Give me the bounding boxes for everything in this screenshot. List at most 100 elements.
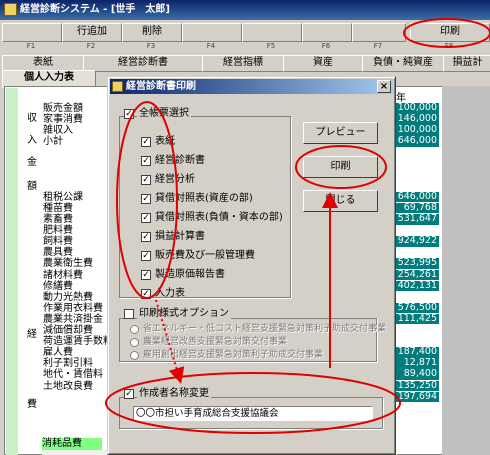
value-cell[interactable]: 402,131	[391, 280, 439, 292]
report-item-checkbox[interactable]: ✓	[141, 213, 151, 223]
close-icon[interactable]: ×	[377, 80, 391, 93]
row-label: 利子割引料	[43, 358, 93, 370]
f1-button[interactable]	[2, 23, 62, 42]
row-label: 荷造運賃手数料	[43, 336, 113, 348]
f4-key-label: F4	[206, 42, 216, 50]
close-button[interactable]: 閉じる	[303, 190, 378, 212]
preview-button[interactable]: プレビュー	[303, 122, 378, 144]
value-cell[interactable]: 523,995	[391, 258, 439, 269]
f7-button[interactable]	[352, 23, 406, 42]
report-item-label: 製造原価報告書	[155, 269, 225, 280]
value-cell[interactable]: 646,000	[391, 191, 439, 203]
row-label: 農業衛生費	[43, 258, 93, 270]
report-item-label: 販売費及び一般管理費	[155, 250, 255, 261]
report-item-checkbox[interactable]: ✓	[141, 156, 151, 166]
radio-employment-label: 雇用創出経営支援緊急対策利子助成交付事業	[143, 350, 324, 360]
radio-employment[interactable]	[130, 351, 139, 360]
print-toolbar-button[interactable]: 印刷	[410, 23, 490, 42]
value-cell[interactable]: 100,000	[391, 125, 439, 136]
f5-button[interactable]	[242, 23, 302, 42]
select-all-checkbox[interactable]: ✓	[124, 109, 134, 119]
report-item-checkbox[interactable]: ✓	[141, 137, 151, 147]
value-cell[interactable]: 111,425	[391, 313, 439, 325]
f6-button[interactable]	[302, 23, 352, 42]
value-cell[interactable]: 100,000	[391, 102, 439, 114]
creator-name-input[interactable]: 〇〇市担い手育成総合支援協議会	[133, 406, 373, 421]
select-all-label: 全帳票選択	[137, 108, 191, 119]
tab-assets[interactable]: 資産	[283, 55, 363, 72]
side-label: 収	[27, 113, 37, 124]
row-label: 減価償却費	[43, 325, 93, 336]
delete-button[interactable]: 削除	[122, 23, 182, 42]
report-item-label: 入力表	[155, 288, 185, 299]
value-cell[interactable]: 89,400	[391, 369, 439, 380]
f7-key-label: F7	[373, 42, 383, 50]
row-label: 修繕費	[43, 280, 73, 292]
row-label: 諸材料費	[43, 269, 83, 281]
report-item-checkbox[interactable]: ✓	[141, 232, 151, 242]
report-item-label: 表紙	[155, 136, 175, 147]
value-cell[interactable]: 146,000	[391, 114, 439, 125]
value-cell[interactable]: 254,261	[391, 269, 439, 280]
row-label: 小計	[43, 136, 63, 148]
row-label: 農具費	[43, 247, 73, 259]
app-icon	[4, 3, 17, 16]
radio-energy-saving-label: 省エネルギー・低コスト経営支援緊急対策利子助成交付事業	[143, 324, 387, 334]
f5-key-label: F5	[266, 42, 276, 50]
tab-indicators[interactable]: 経営指標	[202, 55, 284, 72]
value-cell[interactable]: 187,400	[391, 347, 439, 358]
report-item-label: 経営分析	[155, 174, 195, 185]
value-cell[interactable]: 197,694	[391, 391, 439, 403]
report-item-checkbox[interactable]: ✓	[141, 194, 151, 204]
window-title: 経営診断システム - [世手 太郎]	[0, 0, 490, 20]
consumables-row-label: 消耗品費	[42, 438, 102, 450]
row-header-strip	[6, 88, 18, 455]
f4-button[interactable]	[182, 23, 242, 42]
row-label: 雑収入	[43, 125, 73, 137]
side-label: 入	[27, 135, 37, 146]
value-cell[interactable]: 12,871	[391, 358, 439, 369]
print-button[interactable]: 印刷	[303, 156, 378, 178]
creator-name-label: 作成者名称変更	[137, 388, 211, 399]
f1-key-label: F1	[26, 42, 36, 50]
function-key-toolbar: F1 行追加 F2 削除 F3 F4 F5 F6 F7 印刷 F8	[0, 21, 490, 53]
tab-liabilities[interactable]: 負債・純資産	[362, 55, 444, 72]
creator-name-checkbox[interactable]: ✓	[124, 389, 134, 399]
radio-energy-saving[interactable]	[130, 325, 139, 334]
report-item-checkbox[interactable]: ✓	[141, 270, 151, 280]
row-label: 種苗費	[43, 202, 73, 214]
row-label: 租税公課	[43, 191, 83, 203]
value-cell[interactable]: 924,922	[391, 236, 439, 247]
radio-management-improvement[interactable]	[130, 338, 139, 347]
f6-key-label: F6	[321, 42, 331, 50]
f3-key-label: F3	[146, 42, 156, 50]
row-label: 素畜費	[43, 214, 73, 225]
side-label: 金	[27, 157, 37, 168]
value-cell[interactable]: 646,000	[391, 136, 439, 147]
tab-profit-loss[interactable]: 損益計	[443, 55, 490, 72]
radio-management-improvement-label: 農業経営改善支援緊急対策交付事業	[143, 337, 288, 347]
value-cell[interactable]: 69,768	[391, 202, 439, 214]
add-row-button[interactable]: 行追加	[62, 23, 122, 42]
value-cell[interactable]: 531,647	[391, 213, 439, 225]
row-label: 飼料費	[43, 236, 73, 248]
row-label: 販売金額	[43, 103, 83, 114]
scroll-area	[442, 86, 490, 455]
f2-key-label: F2	[86, 42, 96, 50]
value-cell[interactable]: 576,500	[391, 302, 439, 314]
f8-key-label: F8	[444, 42, 454, 50]
print-option-label: 印刷様式オプション	[137, 308, 231, 319]
side-label: 費	[27, 399, 37, 410]
report-item-checkbox[interactable]: ✓	[141, 175, 151, 185]
report-item-checkbox[interactable]: ✓	[141, 289, 151, 299]
tab-diagnosis-report[interactable]: 経営診断書	[83, 55, 203, 72]
row-label: 雇人費	[43, 347, 73, 359]
report-item-label: 損益計算書	[155, 231, 205, 242]
value-cell[interactable]: 135,250	[391, 380, 439, 391]
side-label: 額	[27, 181, 37, 192]
print-option-checkbox[interactable]	[124, 309, 134, 319]
row-label: 動力光熱費	[43, 291, 93, 303]
row-label: 地代・賃借料	[43, 369, 103, 381]
row-label: 家事消費	[43, 114, 83, 126]
report-item-checkbox[interactable]: ✓	[141, 251, 151, 261]
